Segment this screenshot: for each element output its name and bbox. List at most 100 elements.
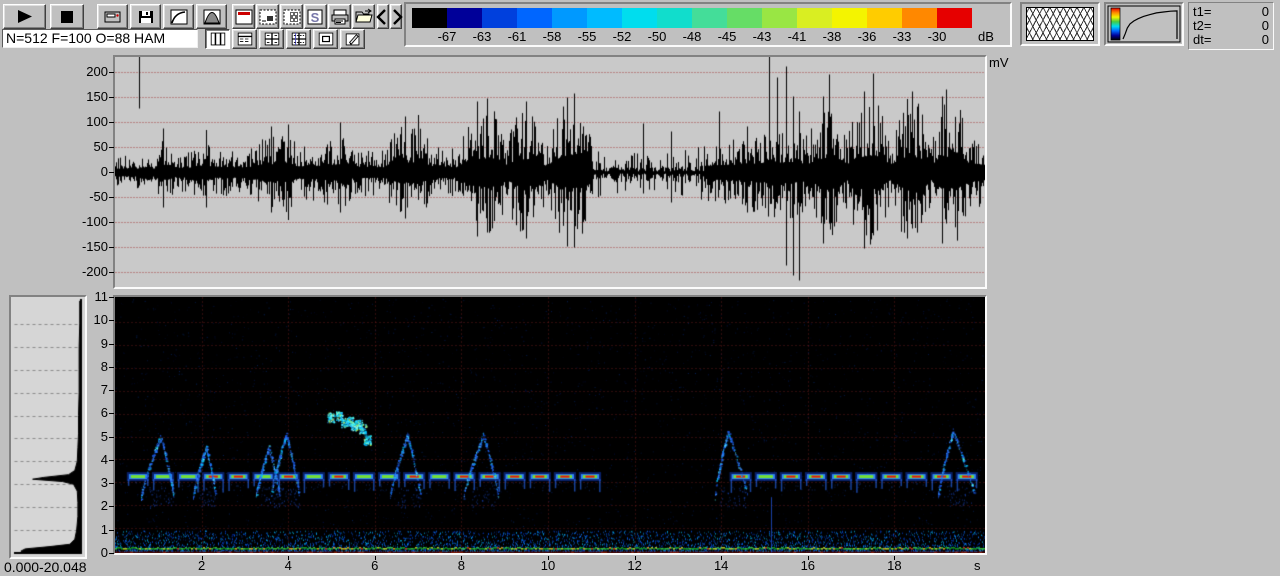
- time-readout-label: t1=: [1193, 4, 1212, 19]
- spectrogram-xtick-label: 16: [800, 558, 816, 573]
- open-icon: [354, 8, 374, 26]
- spectrogram-ytick-label: 8: [100, 358, 108, 374]
- audio-device-button[interactable]: [97, 4, 128, 29]
- time-readout-label: t2=: [1193, 18, 1212, 33]
- play-icon: [15, 8, 35, 26]
- time-readout-value: 0: [1261, 32, 1269, 47]
- colorbar-segment: [587, 8, 622, 28]
- spectrum-canvas: [11, 297, 85, 557]
- display-range-button[interactable]: [232, 4, 255, 29]
- colorbar-segment: [622, 8, 657, 28]
- spectrum-panel[interactable]: [9, 295, 87, 559]
- edit-icon: [344, 31, 361, 46]
- spectrogram-xtick-label: 4: [284, 558, 292, 573]
- view-single-button[interactable]: [313, 29, 338, 49]
- time-readout-value: 0: [1261, 4, 1269, 19]
- view-split-button[interactable]: [259, 29, 284, 49]
- oscillogram-ytick-label: 50: [93, 139, 108, 154]
- oscillogram-ytick: [109, 247, 114, 248]
- view-sonagram-icon: [236, 31, 253, 46]
- app-window: N=512 F=100 O=88 HAM -67 -63 -61 -58 -55 -52-…: [0, 0, 1280, 576]
- spectrogram-xtick-label: 8: [457, 558, 465, 573]
- oscillogram-ytick-label: -200: [81, 264, 108, 279]
- view-oscillogram-button[interactable]: [205, 29, 230, 49]
- colorbar-segment: [657, 8, 692, 28]
- colorbar-segment: [692, 8, 727, 28]
- play-button[interactable]: [3, 4, 46, 29]
- time-readout-label: dt=: [1193, 32, 1212, 47]
- oscillogram-ytick: [109, 72, 114, 73]
- colorbar-segment: [517, 8, 552, 28]
- window-overlap-icon: [1026, 7, 1094, 41]
- spectrogram-ytick: [109, 320, 114, 321]
- oscillogram-ytick: [109, 197, 114, 198]
- colorbar-strip[interactable]: [412, 8, 972, 28]
- colorbar-segment: [832, 8, 867, 28]
- colorbar-segment: [797, 8, 832, 28]
- spectrogram-ytick-label: 7: [100, 382, 108, 398]
- time-readout-panel: t1= 0 t2= 0 dt= 0: [1188, 2, 1274, 50]
- oscillogram-ytick: [109, 222, 114, 223]
- window-function-button[interactable]: [196, 4, 227, 29]
- oscillogram-ytick: [109, 97, 114, 98]
- spectrum-range-label: 0.000-20.048: [4, 559, 87, 575]
- spectrogram-ytick-label: 1: [100, 521, 108, 537]
- device-icon: [103, 8, 123, 26]
- colorbar-tick-label: -43: [752, 29, 772, 44]
- fft-icon: [258, 8, 278, 26]
- spectrogram-xtick-label: 2: [197, 558, 206, 573]
- view-oscillogram-icon: [209, 31, 226, 46]
- spectrogram-panel[interactable]: [113, 295, 987, 555]
- view-grid-icon: [290, 31, 307, 46]
- oscillogram-ytick-label: -50: [89, 189, 108, 204]
- print-button[interactable]: [328, 4, 351, 29]
- transfer-function-button[interactable]: [163, 4, 194, 29]
- view-single-icon: [317, 31, 334, 46]
- time-readout-value: 0: [1261, 18, 1269, 33]
- oscillogram-ytick: [109, 122, 114, 123]
- window-overlap-panel[interactable]: [1020, 2, 1100, 46]
- colorbar-segment: [552, 8, 587, 28]
- transfer-function-panel[interactable]: [1104, 2, 1184, 46]
- colorbar-segment: [937, 8, 972, 28]
- spectrum-settings-button[interactable]: S: [304, 4, 327, 29]
- oscillogram-panel[interactable]: [113, 55, 987, 289]
- pattern-display-button[interactable]: [280, 4, 303, 29]
- spectrogram-canvas[interactable]: [115, 297, 985, 553]
- transfer-function-icon: [1107, 5, 1181, 43]
- colorbar-tick-label: -63: [472, 29, 492, 44]
- colorbar-tick-label: -50: [647, 29, 667, 44]
- oscillogram-ytick-label: -150: [81, 239, 108, 254]
- colorbar-tick-label: -33: [892, 29, 912, 44]
- colorbar-panel: -67 -63 -61 -58 -55 -52 -50 -48 -45 -43 -41 -38 -36-…: [404, 2, 1012, 47]
- fft-parameters-field[interactable]: N=512 F=100 O=88 HAM: [2, 29, 198, 48]
- stop-button[interactable]: [50, 4, 84, 29]
- fft-settings-button[interactable]: [256, 4, 279, 29]
- colorbar-tick-label: -36: [857, 29, 877, 44]
- pattern-icon: [282, 8, 302, 26]
- spectrogram-xtick-label: 14: [713, 558, 729, 573]
- spectrogram-unit-label: s: [974, 558, 981, 573]
- oscillogram-canvas[interactable]: [115, 57, 985, 287]
- time-readout-row: dt= 0: [1193, 33, 1269, 47]
- svg-text:S: S: [310, 10, 319, 25]
- view-grid-button[interactable]: [286, 29, 311, 49]
- oscillogram-ytick: [109, 272, 114, 273]
- colorbar-tick-label: -61: [507, 29, 527, 44]
- colorbar-tick-label: -55: [577, 29, 597, 44]
- spectrogram-ytick-label: 10: [93, 312, 108, 328]
- next-button[interactable]: [390, 4, 403, 29]
- colorbar-unit: dB: [978, 29, 994, 44]
- oscillogram-unit-label: mV: [989, 55, 1009, 70]
- spectrogram-xtick-label: 12: [627, 558, 642, 573]
- view-sonagram-button[interactable]: [232, 29, 257, 49]
- save-button[interactable]: [130, 4, 161, 29]
- open-file-button[interactable]: [352, 4, 375, 29]
- oscillogram-ytick-label: 100: [86, 114, 108, 129]
- colorbar-segment: [762, 8, 797, 28]
- range-icon: [234, 8, 254, 26]
- spectrogram-ytick-label: 0: [100, 545, 108, 560]
- spectrogram-ytick-label: 2: [100, 498, 108, 514]
- save-icon: [136, 8, 156, 26]
- edit-button[interactable]: [340, 29, 365, 49]
